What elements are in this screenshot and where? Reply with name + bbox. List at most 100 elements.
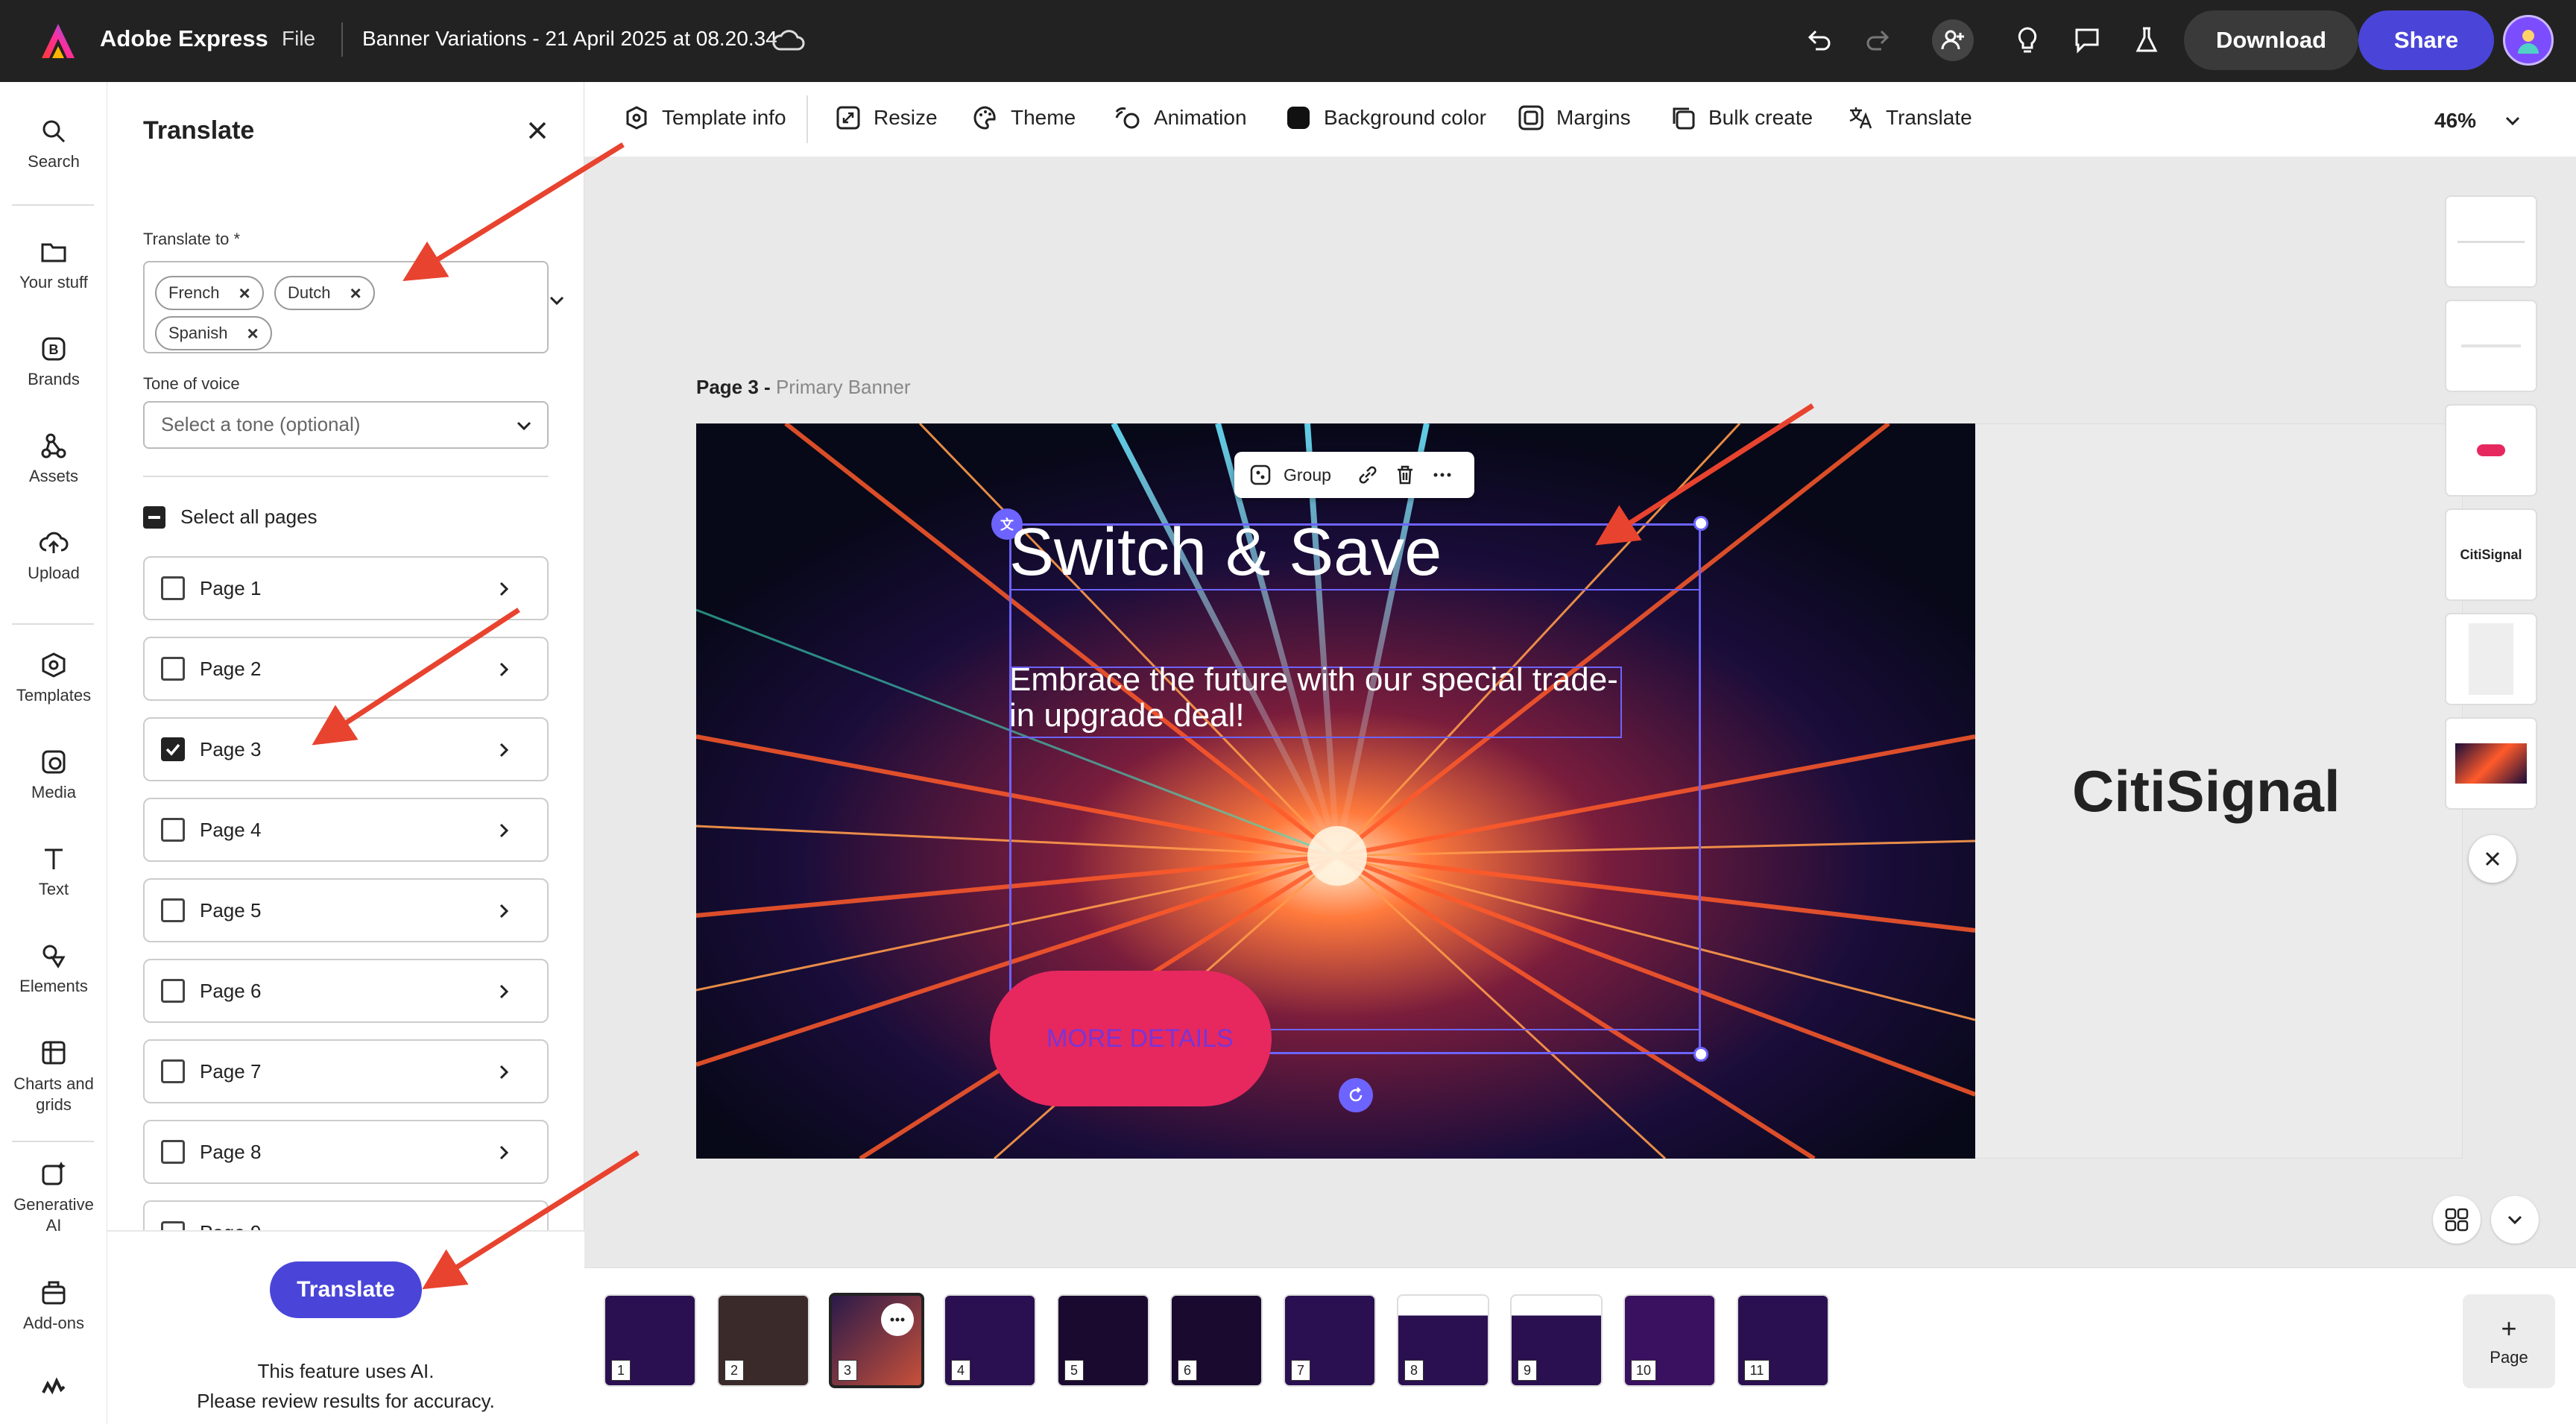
cloud-sync-icon[interactable] bbox=[771, 24, 806, 57]
layer-thumb[interactable] bbox=[2445, 404, 2537, 497]
page-number: 8 bbox=[1404, 1360, 1424, 1381]
document-title[interactable]: Banner Variations - 21 April 2025 at 08.… bbox=[362, 27, 777, 51]
rail-item-charts-and-grids[interactable]: Charts and grids bbox=[0, 1038, 107, 1115]
more-options-icon[interactable] bbox=[1431, 464, 1453, 486]
undo-icon[interactable] bbox=[1798, 19, 1840, 61]
page-row-4[interactable]: Page 4 bbox=[143, 798, 549, 862]
checkbox[interactable] bbox=[161, 898, 185, 922]
rail-label: Charts and bbox=[13, 1074, 94, 1093]
zoom-control[interactable]: 46% bbox=[2434, 109, 2522, 133]
translate-toolbar-button[interactable]: Translate bbox=[1847, 104, 1972, 131]
tone-select[interactable]: Select a tone (optional) bbox=[143, 401, 549, 449]
rotate-handle-icon[interactable] bbox=[1339, 1078, 1373, 1112]
checkbox[interactable] bbox=[161, 979, 185, 1003]
select-all-pages-checkbox[interactable]: Select all pages bbox=[143, 505, 318, 529]
page-thumbnail-9[interactable]: 9 bbox=[1510, 1294, 1603, 1387]
comment-icon[interactable] bbox=[2066, 19, 2108, 61]
rail-item-assets[interactable]: Assets bbox=[0, 431, 107, 486]
page-thumbnail-4[interactable]: 4 bbox=[944, 1294, 1036, 1387]
page-row-5[interactable]: Page 5 bbox=[143, 878, 549, 942]
page-row-9[interactable]: Page 9 bbox=[143, 1200, 549, 1230]
group-icon[interactable] bbox=[1249, 464, 1272, 486]
flask-icon[interactable] bbox=[2126, 19, 2168, 61]
layer-thumb-image[interactable] bbox=[2445, 717, 2537, 810]
rail-item-search[interactable]: Search bbox=[0, 116, 107, 171]
rail-item-media[interactable]: Media bbox=[0, 747, 107, 802]
group-label[interactable]: Group bbox=[1284, 465, 1331, 485]
collapse-pages-icon[interactable] bbox=[2491, 1196, 2539, 1244]
rail-item-templates[interactable]: Templates bbox=[0, 650, 107, 705]
page-thumbnail-7[interactable]: 7 bbox=[1284, 1294, 1376, 1387]
page-thumbnail-1[interactable]: 1 bbox=[604, 1294, 696, 1387]
remove-tag-icon[interactable]: × bbox=[247, 322, 259, 345]
resize-button[interactable]: Resize bbox=[835, 104, 938, 131]
add-page-label: Page bbox=[2490, 1348, 2528, 1367]
page-row-6[interactable]: Page 6 bbox=[143, 959, 549, 1023]
brand-logo-text[interactable]: CitiSignal bbox=[2072, 757, 2340, 825]
checkbox[interactable] bbox=[161, 818, 185, 842]
close-layers-icon[interactable] bbox=[2469, 835, 2516, 883]
rail-item-add-ons[interactable]: Add-ons bbox=[0, 1278, 107, 1333]
rail-item-brands[interactable]: B Brands bbox=[0, 334, 107, 389]
share-button[interactable]: Share bbox=[2358, 10, 2494, 70]
theme-button[interactable]: Theme bbox=[972, 104, 1076, 131]
rail-item-generative-ai[interactable]: Generative AI bbox=[0, 1159, 107, 1236]
page-thumbnail-11[interactable]: 11 bbox=[1737, 1294, 1829, 1387]
page-row-1[interactable]: Page 1 bbox=[143, 556, 549, 620]
cta-button-label[interactable]: MORE DETAILS bbox=[1046, 1024, 1234, 1053]
more-options-icon[interactable] bbox=[881, 1303, 914, 1336]
download-button[interactable]: Download bbox=[2184, 10, 2358, 70]
resize-handle[interactable] bbox=[1693, 1047, 1708, 1062]
page-thumbnail-8[interactable]: 8 bbox=[1397, 1294, 1489, 1387]
checkbox[interactable] bbox=[161, 1140, 185, 1164]
language-multiselect[interactable]: French × Dutch × Spanish × bbox=[143, 261, 564, 353]
layer-thumb[interactable] bbox=[2445, 300, 2537, 392]
page-row-7[interactable]: Page 7 bbox=[143, 1039, 549, 1103]
checkbox[interactable] bbox=[161, 1059, 185, 1083]
checkbox-checked[interactable] bbox=[161, 737, 185, 761]
checkbox[interactable] bbox=[161, 657, 185, 681]
page-thumbnail-3[interactable]: 3 bbox=[829, 1293, 924, 1388]
rail-item-your-stuff[interactable]: Your stuff bbox=[0, 237, 107, 292]
invite-user-icon[interactable] bbox=[1932, 19, 1974, 61]
animation-button[interactable]: Animation bbox=[1114, 104, 1247, 131]
grid-view-icon[interactable] bbox=[2433, 1196, 2481, 1244]
panel-footer: Translate This feature uses AI. Please r… bbox=[107, 1230, 584, 1424]
link-icon[interactable] bbox=[1357, 464, 1379, 486]
lightbulb-icon[interactable] bbox=[2007, 19, 2048, 61]
remove-tag-icon[interactable]: × bbox=[239, 282, 250, 305]
remove-tag-icon[interactable]: × bbox=[350, 282, 361, 305]
margins-button[interactable]: Margins bbox=[1518, 104, 1631, 131]
template-info-button[interactable]: Template info bbox=[623, 104, 786, 131]
page-row-8[interactable]: Page 8 bbox=[143, 1120, 549, 1184]
trash-icon[interactable] bbox=[1394, 464, 1416, 486]
redo-icon[interactable] bbox=[1857, 19, 1899, 61]
rail-item-text[interactable]: Text bbox=[0, 844, 107, 899]
page-thumbnail-10[interactable]: 10 bbox=[1623, 1294, 1716, 1387]
page-row-2[interactable]: Page 2 bbox=[143, 637, 549, 701]
banner-subtext[interactable]: Embrace the future with our special trad… bbox=[1009, 662, 1620, 734]
page-row-3[interactable]: Page 3 bbox=[143, 717, 549, 781]
resize-handle[interactable] bbox=[1693, 516, 1708, 531]
banner-heading[interactable]: Switch & Save bbox=[1009, 514, 1442, 591]
adobe-express-logo-icon[interactable] bbox=[37, 21, 79, 63]
add-page-button[interactable]: + Page bbox=[2463, 1294, 2555, 1388]
avatar[interactable] bbox=[2503, 15, 2554, 66]
layer-thumb[interactable] bbox=[2445, 613, 2537, 705]
layer-thumb-brand[interactable]: CitiSignal bbox=[2445, 508, 2537, 601]
layer-thumb[interactable] bbox=[2445, 195, 2537, 288]
rail-item-elements[interactable]: Elements bbox=[0, 941, 107, 996]
rail-item-upload[interactable]: Upload bbox=[0, 528, 107, 583]
file-menu[interactable]: File bbox=[282, 27, 315, 51]
rail-item-more[interactable] bbox=[0, 1372, 107, 1408]
chevron-down-icon[interactable] bbox=[547, 291, 566, 310]
page-thumbnail-2[interactable]: 2 bbox=[717, 1294, 809, 1387]
checkbox[interactable] bbox=[161, 1221, 185, 1230]
checkbox[interactable] bbox=[161, 576, 185, 600]
bulk-create-button[interactable]: Bulk create bbox=[1670, 104, 1813, 131]
translate-button[interactable]: Translate bbox=[270, 1261, 422, 1318]
background-color-button[interactable]: Background color bbox=[1285, 104, 1486, 131]
page-thumbnail-5[interactable]: 5 bbox=[1057, 1294, 1149, 1387]
close-icon[interactable] bbox=[519, 112, 556, 149]
page-thumbnail-6[interactable]: 6 bbox=[1170, 1294, 1263, 1387]
